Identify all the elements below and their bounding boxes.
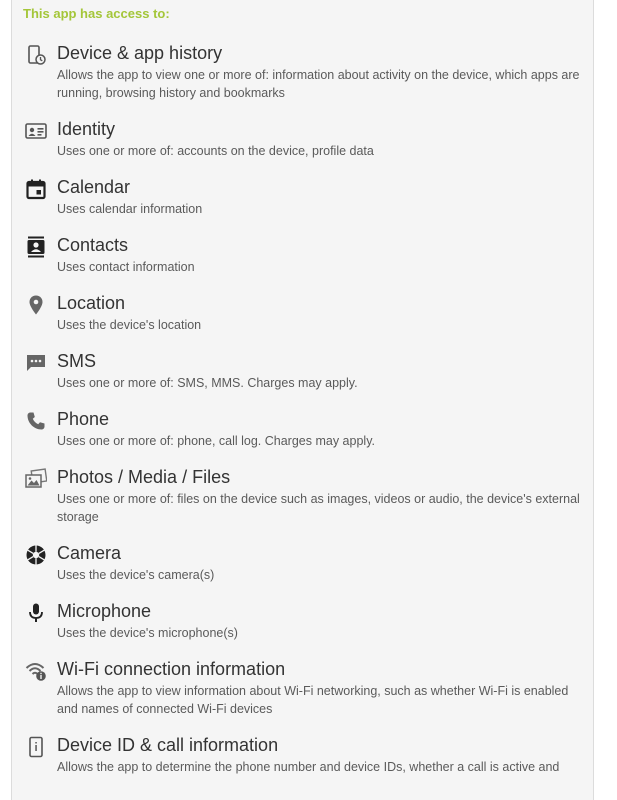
wifi-info-icon xyxy=(25,660,47,682)
permission-description: Uses calendar information xyxy=(57,202,203,216)
permission-title: Microphone xyxy=(57,601,152,621)
permission-title: SMS xyxy=(57,351,97,371)
permission-description: Uses one or more of: phone, call log. Ch… xyxy=(57,434,375,448)
permission-description: Uses the device's microphone(s) xyxy=(57,626,238,640)
calendar-icon xyxy=(25,178,47,200)
contacts-icon xyxy=(25,236,47,258)
permission-description: Uses one or more of: SMS, MMS. Charges m… xyxy=(57,376,358,390)
permission-description: Allows the app to determine the phone nu… xyxy=(57,760,560,774)
device-history-icon xyxy=(25,44,47,66)
permission-title: Calendar xyxy=(57,177,131,197)
sms-icon xyxy=(25,352,47,374)
permission-description: Uses the device's camera(s) xyxy=(57,568,215,582)
permission-description: Uses one or more of: files on the device… xyxy=(57,492,580,524)
permission-title: Identity xyxy=(57,119,116,139)
location-icon xyxy=(25,294,47,316)
permission-title: Phone xyxy=(57,409,110,429)
permission-description: Allows the app to view information about… xyxy=(57,684,569,716)
permission-description: Uses contact information xyxy=(57,260,195,274)
microphone-icon xyxy=(25,602,47,624)
permission-title: Wi-Fi connection information xyxy=(57,659,286,679)
permission-description: Uses one or more of: accounts on the dev… xyxy=(57,144,374,158)
permissions-panel: This app has access to: Device & app his… xyxy=(11,0,594,800)
permission-title: Photos / Media / Files xyxy=(57,467,231,487)
permission-description: Allows the app to view one or more of: i… xyxy=(57,68,580,100)
permission-title: Camera xyxy=(57,543,122,563)
camera-icon xyxy=(25,544,47,566)
permission-title: Device & app history xyxy=(57,43,223,63)
permission-title: Location xyxy=(57,293,126,313)
identity-icon xyxy=(25,120,47,142)
permission-title: Device ID & call information xyxy=(57,735,279,755)
permission-title: Contacts xyxy=(57,235,129,255)
phone-icon xyxy=(25,410,47,432)
permission-description: Uses the device's location xyxy=(57,318,202,332)
device-id-icon xyxy=(25,736,47,758)
photos-media-icon xyxy=(25,468,47,490)
section-header: This app has access to: xyxy=(23,6,170,21)
